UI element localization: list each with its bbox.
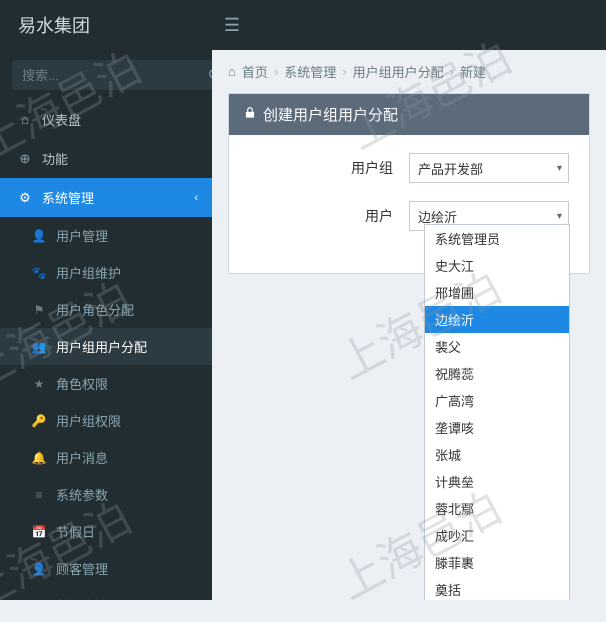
sidebar-subitem-label: 用户组权限: [56, 411, 121, 430]
breadcrumb-current: 新建: [460, 62, 486, 81]
dropdown-option[interactable]: 计典垒: [425, 468, 569, 495]
sidebar-subitem[interactable]: 🔔 用户消息: [0, 439, 212, 476]
dropdown-option[interactable]: 奠括: [425, 576, 569, 600]
subitem-icon: 👤: [28, 562, 50, 576]
sidebar-subitem[interactable]: 🔑 用户组权限: [0, 402, 212, 439]
gears-icon: ⚙: [14, 190, 36, 206]
dropdown-option[interactable]: 祝腾蕊: [425, 360, 569, 387]
dropdown-option[interactable]: 蓉北鄢: [425, 495, 569, 522]
user-dropdown[interactable]: 系统管理员史大江邢增圃边绘沂裴父祝腾蕊广高湾垄谭咳张城计典垒蓉北鄢成吵汇滕菲裹奠…: [424, 224, 570, 600]
home-icon: ⌂: [228, 64, 236, 79]
subitem-icon: 🔔: [28, 451, 50, 465]
sidebar-subitem[interactable]: ≡ 系统参数: [0, 476, 212, 513]
chevron-left-icon: ‹: [194, 192, 198, 204]
sidebar-subitem[interactable]: 📅 节假日: [0, 513, 212, 550]
subitem-icon: ★: [28, 377, 50, 391]
breadcrumb-separator: ›: [450, 64, 454, 79]
dropdown-option[interactable]: 史大江: [425, 252, 569, 279]
breadcrumb-system[interactable]: 系统管理: [284, 62, 336, 81]
sidebar-subitem-label: 用户组维护: [56, 263, 121, 282]
sidebar-subitem-label: 数据库管理: [56, 596, 121, 600]
chevron-down-icon: ▾: [557, 163, 562, 174]
main-content: ⌂ 首页 › 系统管理 › 用户组用户分配 › 新建 创建用户组用户分配 用户组…: [212, 50, 606, 600]
globe-icon: ⊕: [14, 151, 36, 167]
panel-title: 创建用户组用户分配: [263, 104, 398, 125]
dropdown-option[interactable]: 广高湾: [425, 387, 569, 414]
sidebar-subitem[interactable]: 👥 用户组用户分配: [0, 328, 212, 365]
menu-toggle-icon[interactable]: ☰: [212, 15, 252, 36]
lock-icon: [243, 106, 257, 124]
dropdown-option[interactable]: 垄谭咳: [425, 414, 569, 441]
sidebar-subitem-label: 用户消息: [56, 448, 108, 467]
user-label: 用户: [249, 206, 409, 226]
sidebar-subitem[interactable]: ⚑ 用户角色分配: [0, 291, 212, 328]
group-label: 用户组: [249, 158, 409, 178]
sidebar-subitem[interactable]: 👤 顾客管理: [0, 550, 212, 587]
sidebar-subitem[interactable]: ★ 角色权限: [0, 365, 212, 402]
sidebar-subitem-label: 用户组用户分配: [56, 337, 147, 356]
dropdown-option[interactable]: 边绘沂: [425, 306, 569, 333]
dropdown-option[interactable]: 成吵汇: [425, 522, 569, 549]
subitem-icon: 👤: [28, 229, 50, 243]
sidebar-item-label: 功能: [42, 149, 68, 168]
user-select-value: 边绘沂: [418, 207, 457, 226]
breadcrumb: ⌂ 首页 › 系统管理 › 用户组用户分配 › 新建: [212, 50, 606, 93]
subitem-icon: 🔑: [28, 414, 50, 428]
dropdown-option[interactable]: 裴父: [425, 333, 569, 360]
subitem-icon: ⚑: [28, 303, 50, 317]
sidebar-subitem[interactable]: 👤 用户管理: [0, 217, 212, 254]
subitem-icon: 🐾: [28, 266, 50, 280]
dropdown-option[interactable]: 滕菲裹: [425, 549, 569, 576]
sidebar-subitem-label: 系统参数: [56, 485, 108, 504]
sidebar-item-system-management[interactable]: ⚙ 系统管理 ‹: [0, 178, 212, 217]
sidebar-subitem[interactable]: 🐾 用户组维护: [0, 254, 212, 291]
panel-header: 创建用户组用户分配: [229, 94, 589, 135]
breadcrumb-home[interactable]: 首页: [242, 62, 268, 81]
subitem-icon: 📅: [28, 525, 50, 539]
search-input[interactable]: [12, 60, 208, 90]
breadcrumb-section[interactable]: 用户组用户分配: [353, 62, 444, 81]
sidebar-item-label: 系统管理: [42, 188, 94, 207]
group-select[interactable]: 产品开发部 ▾: [409, 153, 569, 183]
subitem-icon: 👥: [28, 340, 50, 354]
sidebar-subitem-label: 顾客管理: [56, 559, 108, 578]
group-select-value: 产品开发部: [418, 159, 483, 178]
chevron-down-icon: ▾: [557, 211, 562, 222]
sidebar-subitem-label: 用户管理: [56, 226, 108, 245]
dropdown-option[interactable]: 张城: [425, 441, 569, 468]
sidebar-subitem-label: 节假日: [56, 522, 95, 541]
sidebar-subitem[interactable]: 🗄数据库管理: [0, 587, 212, 600]
brand-title: 易水集团: [0, 12, 212, 38]
sidebar: ⌂ 仪表盘 ⊕ 功能 ⚙ 系统管理 ‹ 👤 用户管理 🐾 用户组维护 ⚑ 用户角色分配 👥 用…: [0, 50, 212, 600]
subitem-icon: ≡: [28, 488, 50, 502]
dropdown-option[interactable]: 邢增圃: [425, 279, 569, 306]
breadcrumb-separator: ›: [342, 64, 346, 79]
sidebar-item-function[interactable]: ⊕ 功能: [0, 139, 212, 178]
breadcrumb-separator: ›: [274, 64, 278, 79]
sidebar-item-dashboard[interactable]: ⌂ 仪表盘: [0, 100, 212, 139]
sidebar-subitem-label: 角色权限: [56, 374, 108, 393]
dashboard-icon: ⌂: [14, 112, 36, 127]
sidebar-subitem-label: 用户角色分配: [56, 300, 134, 319]
dropdown-option[interactable]: 系统管理员: [425, 225, 569, 252]
sidebar-item-label: 仪表盘: [42, 110, 81, 129]
